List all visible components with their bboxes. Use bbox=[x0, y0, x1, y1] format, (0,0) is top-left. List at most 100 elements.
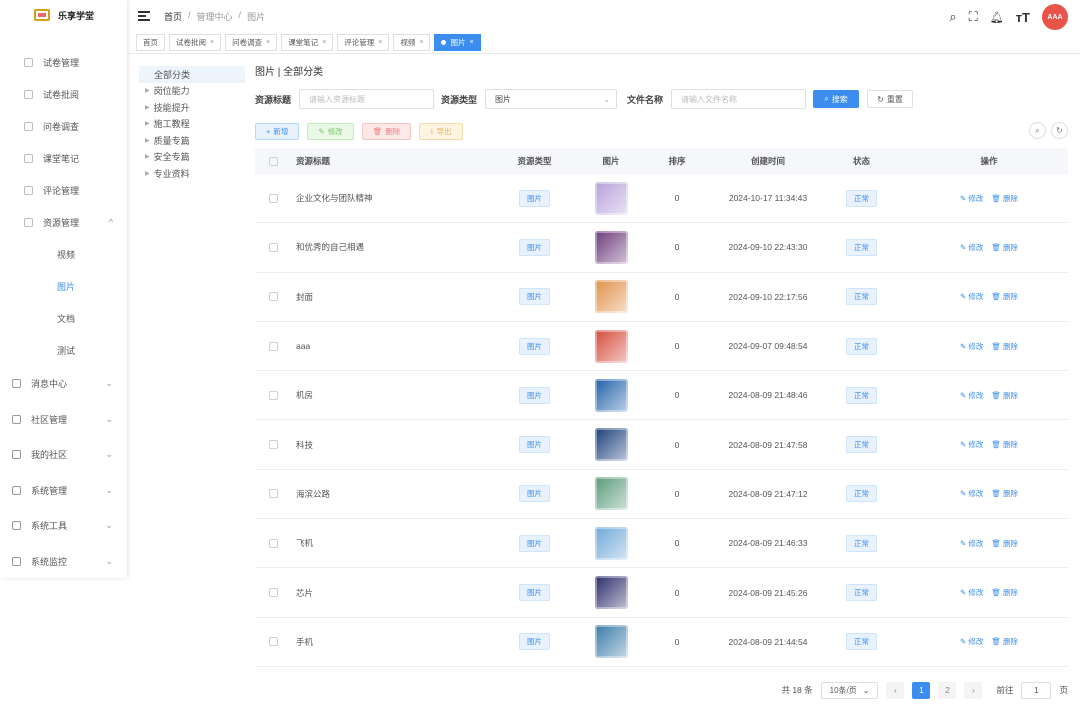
close-icon[interactable]: × bbox=[266, 39, 270, 46]
sidebar-group-tools[interactable]: 系统工具 ⌄ bbox=[0, 508, 127, 544]
row-checkbox[interactable] bbox=[268, 292, 278, 302]
search-toggle-icon[interactable]: ⌕ bbox=[1029, 122, 1046, 139]
sidebar-group-community[interactable]: 社区管理 ⌄ bbox=[0, 402, 127, 438]
row-delete-link[interactable]: 🗑︎ 删除 bbox=[991, 587, 1018, 598]
row-delete-link[interactable]: 🗑︎ 删除 bbox=[991, 488, 1018, 499]
tree-node[interactable]: ▶ 质量专篇 bbox=[139, 132, 245, 149]
sidebar-sub-video[interactable]: 视频 bbox=[0, 238, 127, 270]
title-input[interactable]: 请输入资源标题 bbox=[299, 89, 435, 109]
row-edit-link[interactable]: ✎ 修改 bbox=[960, 390, 983, 401]
row-delete-link[interactable]: 🗑︎ 删除 bbox=[991, 291, 1018, 302]
close-icon[interactable]: × bbox=[419, 39, 423, 46]
row-checkbox[interactable] bbox=[268, 390, 278, 400]
row-checkbox[interactable] bbox=[268, 489, 278, 499]
row-delete-link[interactable]: 🗑︎ 删除 bbox=[991, 390, 1018, 401]
row-edit-link[interactable]: ✎ 修改 bbox=[960, 291, 983, 302]
thumbnail-image[interactable] bbox=[594, 181, 628, 215]
sidebar-group-monitor[interactable]: 系统监控 ⌄ bbox=[0, 544, 127, 579]
thumbnail-image[interactable] bbox=[594, 526, 628, 560]
row-edit-link[interactable]: ✎ 修改 bbox=[960, 488, 983, 499]
row-checkbox[interactable] bbox=[268, 341, 278, 351]
breadcrumb-home[interactable]: 首页 bbox=[164, 10, 182, 23]
tab-video[interactable]: 视频 × bbox=[393, 34, 431, 51]
refresh-icon[interactable]: ↻ bbox=[1051, 122, 1068, 139]
row-checkbox[interactable] bbox=[268, 440, 278, 450]
thumbnail-image[interactable] bbox=[594, 280, 628, 314]
reset-button[interactable]: ↻ 重置 bbox=[867, 90, 914, 108]
row-delete-link[interactable]: 🗑︎ 删除 bbox=[991, 636, 1018, 647]
row-checkbox[interactable] bbox=[268, 637, 278, 647]
tab-home[interactable]: 首页 bbox=[136, 34, 165, 51]
sidebar-item-survey[interactable]: 问卷调查 bbox=[0, 110, 127, 142]
tree-root[interactable]: 全部分类 bbox=[139, 66, 245, 83]
row-edit-link[interactable]: ✎ 修改 bbox=[960, 439, 983, 450]
tree-node[interactable]: ▶ 岗位能力 bbox=[139, 83, 245, 100]
tree-node[interactable]: ▶ 专业资料 bbox=[139, 165, 245, 182]
sidebar-item-notes[interactable]: 课堂笔记 bbox=[0, 142, 127, 174]
row-edit-link[interactable]: ✎ 修改 bbox=[960, 636, 983, 647]
menu-toggle-icon[interactable] bbox=[138, 11, 150, 21]
tab-exam-review[interactable]: 试卷批阅 × bbox=[169, 34, 222, 51]
row-delete-link[interactable]: 🗑︎ 删除 bbox=[991, 538, 1018, 549]
file-input[interactable]: 请输入文件名称 bbox=[671, 89, 807, 109]
row-edit-link[interactable]: ✎ 修改 bbox=[960, 341, 983, 352]
row-checkbox[interactable] bbox=[268, 193, 278, 203]
thumbnail-image[interactable] bbox=[594, 625, 628, 659]
breadcrumb-manage[interactable]: 管理中心 bbox=[197, 10, 233, 23]
close-icon[interactable]: × bbox=[210, 39, 214, 46]
search-icon[interactable]: ⌕ bbox=[949, 9, 956, 25]
page-size-select[interactable]: 10条/页 ⌄ bbox=[820, 681, 879, 699]
page-2-button[interactable]: 2 bbox=[938, 681, 957, 699]
close-icon[interactable]: × bbox=[322, 39, 326, 46]
thumbnail-image[interactable] bbox=[594, 428, 628, 462]
row-edit-link[interactable]: ✎ 修改 bbox=[960, 242, 983, 253]
export-button[interactable]: ⤓ 导出 bbox=[419, 122, 463, 140]
select-all-checkbox[interactable] bbox=[268, 156, 278, 166]
row-edit-link[interactable]: ✎ 修改 bbox=[960, 587, 983, 598]
search-button[interactable]: ⌕ 搜索 bbox=[813, 90, 860, 108]
sidebar-item-exam-review[interactable]: 试卷批阅 bbox=[0, 78, 127, 110]
sidebar-item-resources[interactable]: 资源管理 ^ bbox=[0, 206, 127, 238]
close-icon[interactable]: × bbox=[378, 39, 382, 46]
row-delete-link[interactable]: 🗑︎ 删除 bbox=[991, 193, 1018, 204]
row-delete-link[interactable]: 🗑︎ 删除 bbox=[991, 341, 1018, 352]
font-size-icon[interactable]: тT bbox=[1016, 10, 1030, 25]
tab-survey[interactable]: 问卷调查 × bbox=[225, 34, 278, 51]
next-page-button[interactable]: › bbox=[964, 681, 983, 699]
row-delete-link[interactable]: 🗑︎ 删除 bbox=[991, 242, 1018, 253]
tab-notes[interactable]: 课堂笔记 × bbox=[281, 34, 334, 51]
tree-node[interactable]: ▶ 技能提升 bbox=[139, 99, 245, 116]
edit-button[interactable]: ✎ 修改 bbox=[307, 122, 354, 140]
row-edit-link[interactable]: ✎ 修改 bbox=[960, 193, 983, 204]
close-icon[interactable]: × bbox=[469, 39, 473, 46]
bell-icon[interactable]: 🔔︎ bbox=[990, 11, 1004, 24]
thumbnail-image[interactable] bbox=[594, 329, 628, 363]
type-select[interactable]: 图片 ⌄ bbox=[485, 89, 618, 109]
thumbnail-image[interactable] bbox=[594, 230, 628, 264]
sidebar-group-my-community[interactable]: 我的社区 ⌄ bbox=[0, 437, 127, 473]
row-delete-link[interactable]: 🗑︎ 删除 bbox=[991, 439, 1018, 450]
row-checkbox[interactable] bbox=[268, 588, 278, 598]
sidebar-group-messages[interactable]: 消息中心 ⌄ bbox=[0, 366, 127, 402]
delete-button[interactable]: 🗑︎ 删除 bbox=[361, 122, 412, 140]
tree-node[interactable]: ▶ 安全专篇 bbox=[139, 149, 245, 166]
thumbnail-image[interactable] bbox=[594, 576, 628, 610]
row-edit-link[interactable]: ✎ 修改 bbox=[960, 538, 983, 549]
sidebar-sub-image[interactable]: 图片 bbox=[0, 270, 127, 302]
sidebar-sub-document[interactable]: 文档 bbox=[0, 302, 127, 334]
thumbnail-image[interactable] bbox=[594, 477, 628, 511]
row-checkbox[interactable] bbox=[268, 242, 278, 252]
sidebar-group-system[interactable]: 系统管理 ⌄ bbox=[0, 473, 127, 509]
sidebar-item-exam-manage[interactable]: 试卷管理 bbox=[0, 46, 127, 78]
sidebar-sub-test[interactable]: 测试 bbox=[0, 334, 127, 366]
row-checkbox[interactable] bbox=[268, 538, 278, 548]
tab-comments[interactable]: 评论管理 × bbox=[337, 34, 390, 51]
thumbnail-image[interactable] bbox=[594, 378, 628, 412]
prev-page-button[interactable]: ‹ bbox=[886, 681, 905, 699]
page-1-button[interactable]: 1 bbox=[912, 681, 931, 699]
goto-input[interactable]: 1 bbox=[1021, 681, 1052, 699]
tree-node[interactable]: ▶ 施工教程 bbox=[139, 116, 245, 133]
avatar[interactable]: AAA bbox=[1042, 4, 1068, 30]
sidebar-item-comments[interactable]: 评论管理 bbox=[0, 174, 127, 206]
fullscreen-icon[interactable]: ⛶ bbox=[969, 9, 978, 25]
